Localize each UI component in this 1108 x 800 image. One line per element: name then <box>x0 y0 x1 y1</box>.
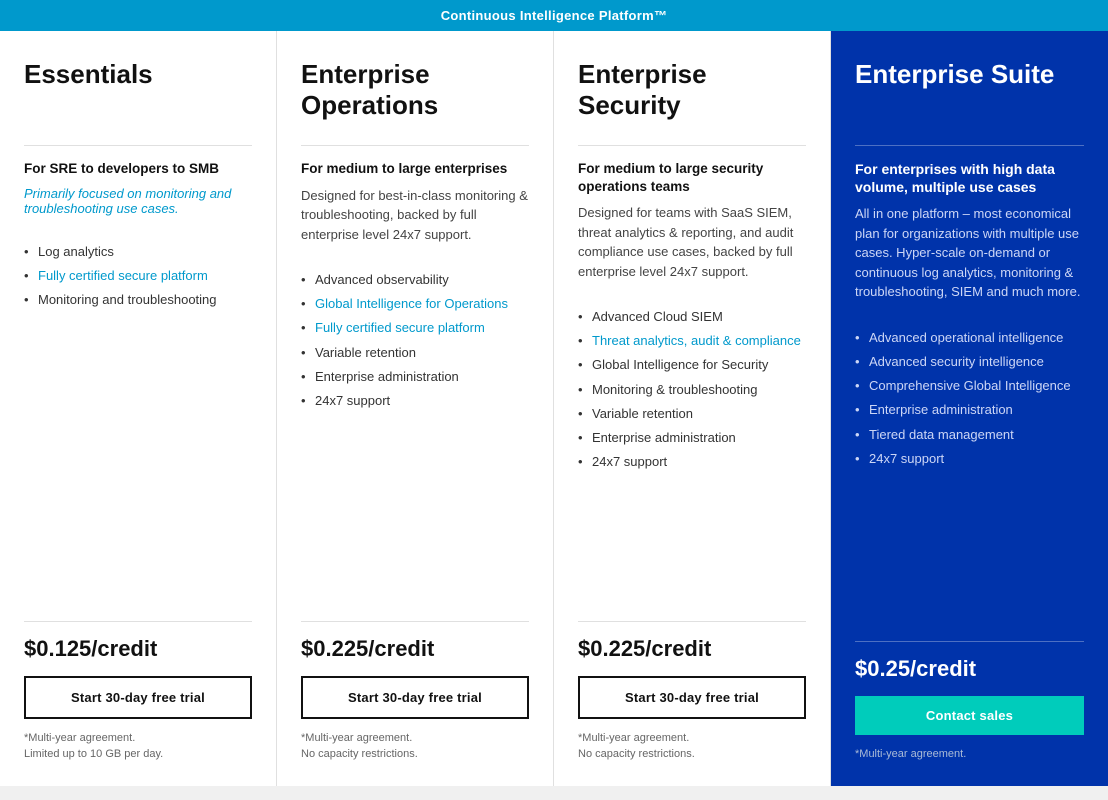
feature-item-enterprise-suite-1: Advanced security intelligence <box>855 350 1084 374</box>
feature-item-enterprise-operations-5: 24x7 support <box>301 389 529 413</box>
divider-top-enterprise-suite <box>855 145 1084 146</box>
target-audience-enterprise-security: For medium to large security operations … <box>578 160 806 195</box>
feature-link-essentials-1[interactable]: Fully certified secure platform <box>38 268 208 283</box>
features-list-essentials: Log analytics Fully certified secure plat… <box>24 240 252 313</box>
top-bar-label: Continuous Intelligence Platform™ <box>441 8 668 23</box>
plan-col-enterprise-security: Enterprise Security For medium to large s… <box>554 31 831 786</box>
cta-button-enterprise-operations[interactable]: Start 30-day free trial <box>301 676 529 719</box>
footnote-enterprise-suite: *Multi-year agreement. <box>855 747 1084 762</box>
divider-top-essentials <box>24 145 252 146</box>
footnote-enterprise-security: *Multi-year agreement. No capacity restr… <box>578 731 806 762</box>
price-enterprise-operations: $0.225/credit <box>301 636 529 662</box>
target-audience-essentials: For SRE to developers to SMB <box>24 160 252 178</box>
pricing-grid: Essentials For SRE to developers to SMB Pr… <box>0 31 1108 786</box>
target-desc-essentials: Primarily focused on monitoring and trou… <box>24 186 252 216</box>
feature-item-enterprise-suite-3: Enterprise administration <box>855 398 1084 422</box>
plan-col-essentials: Essentials For SRE to developers to SMB Pr… <box>0 31 277 786</box>
features-section-enterprise-security: Advanced Cloud SIEM Threat analytics, aud… <box>578 305 806 605</box>
cta-button-enterprise-suite[interactable]: Contact sales <box>855 696 1084 735</box>
plan-title-enterprise-security: Enterprise Security <box>578 59 806 129</box>
feature-item-essentials-0: Log analytics <box>24 240 252 264</box>
pricing-footer-enterprise-operations: $0.225/credit Start 30-day free trial *Mul… <box>301 605 529 762</box>
cta-button-enterprise-security[interactable]: Start 30-day free trial <box>578 676 806 719</box>
plan-col-enterprise-operations: Enterprise Operations For medium to large… <box>277 31 554 786</box>
feature-item-enterprise-security-4: Variable retention <box>578 402 806 426</box>
divider-bottom-essentials <box>24 621 252 622</box>
price-enterprise-security: $0.225/credit <box>578 636 806 662</box>
target-desc-enterprise-security: Designed for teams with SaaS SIEM, threa… <box>578 203 806 281</box>
pricing-footer-enterprise-security: $0.225/credit Start 30-day free trial *Mul… <box>578 605 806 762</box>
divider-bottom-enterprise-operations <box>301 621 529 622</box>
cta-button-essentials[interactable]: Start 30-day free trial <box>24 676 252 719</box>
feature-item-enterprise-suite-0: Advanced operational intelligence <box>855 326 1084 350</box>
feature-item-enterprise-suite-5: 24x7 support <box>855 447 1084 471</box>
feature-item-enterprise-security-5: Enterprise administration <box>578 426 806 450</box>
feature-item-enterprise-security-1: Threat analytics, audit & compliance <box>578 329 806 353</box>
feature-item-enterprise-operations-4: Enterprise administration <box>301 365 529 389</box>
feature-item-enterprise-operations-2: Fully certified secure platform <box>301 316 529 340</box>
target-audience-enterprise-operations: For medium to large enterprises <box>301 160 529 178</box>
price-enterprise-suite: $0.25/credit <box>855 656 1084 682</box>
feature-item-enterprise-suite-4: Tiered data management <box>855 423 1084 447</box>
feature-link-enterprise-operations-2[interactable]: Fully certified secure platform <box>315 320 485 335</box>
footnote-enterprise-operations: *Multi-year agreement. No capacity restr… <box>301 731 529 762</box>
feature-item-enterprise-security-0: Advanced Cloud SIEM <box>578 305 806 329</box>
feature-link-enterprise-operations-1[interactable]: Global Intelligence for Operations <box>315 296 508 311</box>
features-list-enterprise-security: Advanced Cloud SIEM Threat analytics, aud… <box>578 305 806 474</box>
pricing-footer-essentials: $0.125/credit Start 30-day free trial *Mul… <box>24 605 252 762</box>
target-desc-enterprise-suite: All in one platform – most economical pl… <box>855 204 1084 302</box>
plan-col-enterprise-suite: Enterprise Suite For enterprises with hig… <box>831 31 1108 786</box>
divider-bottom-enterprise-security <box>578 621 806 622</box>
top-bar: Continuous Intelligence Platform™ <box>0 0 1108 31</box>
divider-top-enterprise-security <box>578 145 806 146</box>
plan-title-essentials: Essentials <box>24 59 252 129</box>
feature-item-essentials-1: Fully certified secure platform <box>24 264 252 288</box>
divider-top-enterprise-operations <box>301 145 529 146</box>
feature-item-enterprise-security-2: Global Intelligence for Security <box>578 353 806 377</box>
pricing-footer-enterprise-suite: $0.25/credit Contact sales *Multi-year agr… <box>855 625 1084 762</box>
plan-title-enterprise-suite: Enterprise Suite <box>855 59 1084 129</box>
target-desc-enterprise-operations: Designed for best-in-class monitoring & … <box>301 186 529 245</box>
feature-item-enterprise-security-6: 24x7 support <box>578 450 806 474</box>
plan-title-enterprise-operations: Enterprise Operations <box>301 59 529 129</box>
features-section-enterprise-operations: Advanced observability Global Intelligenc… <box>301 268 529 605</box>
features-section-essentials: Log analytics Fully certified secure plat… <box>24 240 252 606</box>
feature-item-enterprise-operations-3: Variable retention <box>301 341 529 365</box>
feature-item-enterprise-suite-2: Comprehensive Global Intelligence <box>855 374 1084 398</box>
features-list-enterprise-operations: Advanced observability Global Intelligenc… <box>301 268 529 413</box>
features-list-enterprise-suite: Advanced operational intelligenceAdvance… <box>855 326 1084 471</box>
footnote-essentials: *Multi-year agreement. Limited up to 10 … <box>24 731 252 762</box>
feature-link-enterprise-security-1[interactable]: Threat analytics, audit & compliance <box>592 333 801 348</box>
feature-item-enterprise-security-3: Monitoring & troubleshooting <box>578 378 806 402</box>
price-essentials: $0.125/credit <box>24 636 252 662</box>
feature-item-enterprise-operations-1: Global Intelligence for Operations <box>301 292 529 316</box>
feature-item-essentials-2: Monitoring and troubleshooting <box>24 288 252 312</box>
features-section-enterprise-suite: Advanced operational intelligenceAdvance… <box>855 326 1084 625</box>
feature-item-enterprise-operations-0: Advanced observability <box>301 268 529 292</box>
target-audience-enterprise-suite: For enterprises with high data volume, m… <box>855 160 1084 196</box>
divider-bottom-enterprise-suite <box>855 641 1084 642</box>
